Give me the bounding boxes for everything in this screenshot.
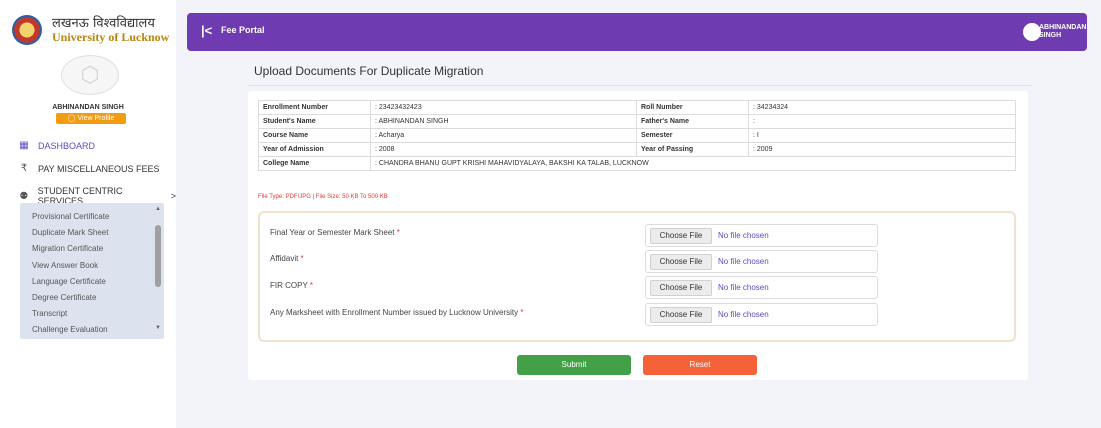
upload-label-affidavit: Affidavit *: [270, 254, 304, 263]
file-type-note: File Type: PDF/JPG | File Size: 50 KB To…: [258, 194, 388, 200]
brand[interactable]: लखनऊ विश्वविद्यालय University of Lucknow: [12, 10, 172, 50]
table-row: Student's Name : ABHINANDAN SINGH Father…: [258, 114, 1016, 129]
file-input-marksheet[interactable]: Choose File No file chosen: [645, 224, 878, 247]
submenu-item-degree[interactable]: Degree Certificate: [32, 293, 96, 302]
file-input-fir[interactable]: Choose File No file chosen: [645, 276, 878, 299]
profile-icon: ◯: [67, 115, 76, 122]
reset-button[interactable]: Reset: [643, 355, 757, 375]
submenu-item-provisional[interactable]: Provisional Certificate: [32, 212, 109, 221]
portal-title: Fee Portal: [221, 25, 265, 35]
semester-label: Semester: [636, 128, 749, 143]
required-mark: *: [300, 254, 304, 263]
admission-label: Year of Admission: [258, 142, 371, 157]
divider: [248, 85, 1032, 86]
brand-english: University of Lucknow: [52, 29, 170, 44]
passing-value: : 2009: [748, 142, 1016, 157]
sidebar-item-label: DASHBOARD: [38, 140, 96, 151]
roll-value: : 34234324: [748, 100, 1016, 115]
semester-value: : I: [748, 128, 1016, 143]
file-status: No file chosen: [718, 231, 769, 240]
label-text: Any Marksheet with Enrollment Number iss…: [270, 308, 519, 317]
file-status: No file chosen: [718, 283, 769, 292]
collapse-sidebar-icon[interactable]: |<: [201, 23, 212, 38]
brand-hindi: लखनऊ विश्वविद्यालय: [52, 15, 155, 31]
table-row: College Name : CHANDRA BHANU GUPT KRISHI…: [258, 156, 1016, 171]
required-mark: *: [520, 308, 524, 317]
college-label: College Name: [258, 156, 371, 171]
user-icon: ⚉: [19, 190, 29, 202]
passing-label: Year of Passing: [636, 142, 749, 157]
father-name-value: :: [748, 114, 1016, 129]
choose-file-button[interactable]: Choose File: [650, 228, 712, 244]
view-profile-label: View Profile: [77, 115, 115, 122]
scroll-up-icon[interactable]: ▲: [155, 206, 161, 212]
services-submenu: Provisional Certificate Duplicate Mark S…: [20, 203, 164, 339]
sidebar-item-pay-fees[interactable]: ₹ PAY MISCELLANEOUS FEES: [18, 163, 160, 174]
file-status: No file chosen: [718, 310, 769, 319]
submenu-scrollbar[interactable]: [155, 225, 161, 287]
sidebar-username: ABHINANDAN SINGH: [52, 104, 124, 111]
university-logo-icon: [12, 15, 42, 45]
label-text: Final Year or Semester Mark Sheet: [270, 228, 395, 237]
brand-text: लखनऊ विश्वविद्यालय University of Lucknow: [52, 17, 169, 43]
choose-file-button[interactable]: Choose File: [650, 280, 712, 296]
top-bar: |< Fee Portal ABHINANDAN SINGH: [187, 13, 1087, 51]
view-profile-button[interactable]: ◯ View Profile: [56, 113, 126, 124]
upload-label-marksheet: Final Year or Semester Mark Sheet *: [270, 228, 400, 237]
sidebar-item-dashboard[interactable]: ▦ DASHBOARD: [18, 140, 95, 151]
avatar: ⬡: [61, 55, 119, 95]
file-input-any-marksheet[interactable]: Choose File No file chosen: [645, 303, 878, 326]
college-value: : CHANDRA BHANU GUPT KRISHI MAHAVIDYALAY…: [370, 156, 1016, 171]
file-input-affidavit[interactable]: Choose File No file chosen: [645, 250, 878, 273]
submenu-item-answer-book[interactable]: View Answer Book: [32, 261, 98, 270]
course-label: Course Name: [258, 128, 371, 143]
enrollment-value: : 23423432423: [370, 100, 637, 115]
grid-icon: ▦: [19, 140, 29, 151]
required-mark: *: [396, 228, 400, 237]
upload-label-fir: FIR COPY *: [270, 281, 313, 290]
label-text: Affidavit: [270, 254, 299, 263]
required-mark: *: [309, 281, 313, 290]
sidebar-item-label: PAY MISCELLANEOUS FEES: [38, 163, 160, 174]
submenu-item-transcript[interactable]: Transcript: [32, 309, 67, 318]
table-row: Course Name : Acharya Semester : I: [258, 128, 1016, 143]
table-row: Enrollment Number : 23423432423 Roll Num…: [258, 100, 1016, 115]
student-name-value: : ABHINANDAN SINGH: [370, 114, 637, 129]
scroll-down-icon[interactable]: ▼: [155, 325, 161, 331]
table-row: Year of Admission : 2008 Year of Passing…: [258, 142, 1016, 157]
page-title: Upload Documents For Duplicate Migration: [254, 64, 484, 78]
choose-file-button[interactable]: Choose File: [650, 307, 712, 323]
submenu-item-challenge[interactable]: Challenge Evaluation: [32, 325, 108, 334]
student-name-label: Student's Name: [258, 114, 371, 129]
choose-file-button[interactable]: Choose File: [650, 254, 712, 270]
avatar-icon: ⬡: [80, 62, 100, 87]
submenu-item-language[interactable]: Language Certificate: [32, 277, 106, 286]
user-name[interactable]: ABHINANDAN SINGH: [1039, 24, 1086, 40]
course-value: : Acharya: [370, 128, 637, 143]
rupee-icon: ₹: [20, 163, 28, 174]
label-text: FIR COPY: [270, 281, 308, 290]
father-name-label: Father's Name: [636, 114, 749, 129]
roll-label: Roll Number: [636, 100, 749, 115]
submenu-item-migration[interactable]: Migration Certificate: [32, 244, 103, 253]
submenu-item-duplicate-marksheet[interactable]: Duplicate Mark Sheet: [32, 228, 108, 237]
enrollment-label: Enrollment Number: [258, 100, 371, 115]
student-info-table: Enrollment Number : 23423432423 Roll Num…: [258, 100, 1016, 171]
sidebar: लखनऊ विश्वविद्यालय University of Lucknow…: [0, 0, 176, 428]
upload-label-any-marksheet: Any Marksheet with Enrollment Number iss…: [270, 308, 523, 317]
chevron-right-icon: >: [170, 191, 176, 201]
file-status: No file chosen: [718, 257, 769, 266]
admission-value: : 2008: [370, 142, 637, 157]
submit-button[interactable]: Submit: [517, 355, 631, 375]
